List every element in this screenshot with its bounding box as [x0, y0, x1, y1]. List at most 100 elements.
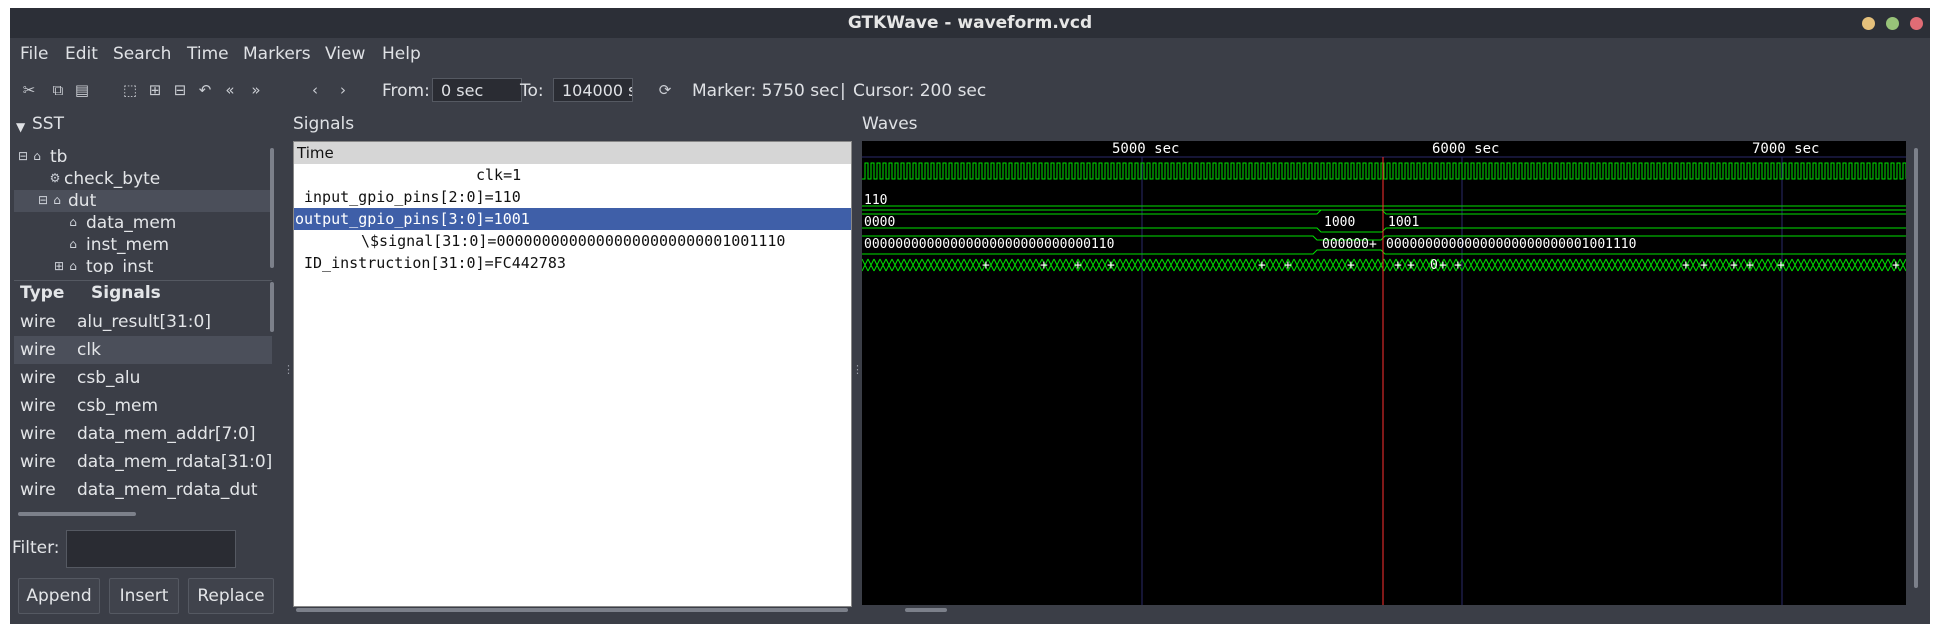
reload-icon[interactable]: ⟳	[655, 80, 675, 100]
sst-tree-scrollbar[interactable]	[270, 148, 274, 268]
signal-row-output-gpio[interactable]: output_gpio_pins[3:0]=1001	[294, 208, 851, 230]
collapse-icon[interactable]: ⊟	[36, 193, 50, 207]
append-button[interactable]: Append	[18, 578, 100, 614]
replace-button[interactable]: Replace	[188, 578, 274, 614]
list-item[interactable]: wire data_mem_addr[7:0]	[14, 420, 272, 448]
sst-expander-icon[interactable]: ▼	[16, 120, 25, 134]
instr-value: +	[1730, 258, 1738, 273]
list-item[interactable]: wire clk	[14, 336, 272, 364]
undo-icon[interactable]: ↶	[195, 80, 215, 100]
marker-readout: Marker: 5750 sec	[692, 81, 839, 101]
gtkwave-window: GTKWave - waveform.vcd File Edit Search …	[10, 8, 1930, 624]
expand-icon[interactable]: ⊞	[52, 259, 66, 273]
menu-file[interactable]: File	[20, 44, 48, 64]
tree-item-data-mem[interactable]: ⌂ data_mem	[14, 212, 270, 234]
zoom-fit-icon[interactable]: ⬚	[120, 80, 140, 100]
sst-list-hscrollbar[interactable]	[18, 512, 136, 516]
instr-value: +	[1777, 258, 1785, 273]
tree-item-top-inst[interactable]: ⊞ ⌂ top_inst	[14, 256, 270, 274]
copy-icon[interactable]: ⧉	[48, 80, 68, 100]
tree-item-dut[interactable]: ⊟ ⌂ dut	[14, 190, 270, 212]
zoom-out-icon[interactable]: ⊟	[170, 80, 190, 100]
signal-row-id-instruction[interactable]: ID_instruction[31:0]=FC442783	[294, 252, 851, 274]
toolbar: ✂ ⧉ ▤ ⬚ ⊞ ⊟ ↶ « » ‹ › From: 0 sec To: 10…	[10, 70, 1930, 110]
tree-item-inst-mem[interactable]: ⌂ inst_mem	[14, 234, 270, 256]
signals-hscrollbar[interactable]	[296, 608, 848, 612]
instr-value: +	[1074, 258, 1082, 273]
filter-label: Filter:	[12, 538, 60, 558]
tree-item-label: top_inst	[86, 257, 154, 274]
from-label: From:	[382, 81, 430, 101]
signal-value: 000000+	[1322, 237, 1377, 252]
instr-value: +	[1284, 258, 1292, 273]
sst-list-scrollbar[interactable]	[270, 282, 274, 332]
signal-row-clk[interactable]: clk=1	[294, 164, 851, 186]
menu-markers[interactable]: Markers	[243, 44, 311, 64]
menu-view[interactable]: View	[325, 44, 365, 64]
signal-row-signal[interactable]: \$signal[31:0]=0000000000000000000000000…	[294, 230, 851, 252]
instr-value: +	[982, 258, 990, 273]
signal-cell: data_mem_addr[7:0]	[77, 424, 256, 444]
next-edge-icon[interactable]: ›	[333, 80, 353, 100]
list-item[interactable]: wire data_mem_rdata_dut	[14, 476, 272, 504]
sst-title: SST	[32, 114, 64, 134]
prev-edge-icon[interactable]: ‹	[305, 80, 325, 100]
type-cell: wire	[20, 452, 56, 472]
to-label: To:	[520, 81, 544, 101]
list-item[interactable]: wire csb_mem	[14, 392, 272, 420]
column-signals-header[interactable]: Signals	[91, 283, 161, 303]
tree-item-tb[interactable]: ⊟ ⌂ tb	[14, 146, 270, 168]
input-gpio-value: 110	[864, 193, 888, 208]
instr-value: +	[1347, 258, 1355, 273]
signal-value: 00000000000000000000000000000110	[864, 237, 1115, 252]
tree-item-label: tb	[50, 147, 68, 167]
waves-vscrollbar[interactable]	[1914, 148, 1918, 588]
output-gpio-trace	[862, 209, 1906, 215]
tree-item-check-byte[interactable]: ⚙ check_byte	[14, 168, 270, 190]
collapse-icon[interactable]: ⊟	[16, 149, 30, 163]
menu-search[interactable]: Search	[113, 44, 171, 64]
menu-help[interactable]: Help	[382, 44, 421, 64]
type-cell: wire	[20, 424, 56, 444]
jump-end-icon[interactable]: »	[246, 80, 266, 100]
zoom-in-icon[interactable]: ⊞	[145, 80, 165, 100]
instr-value: +	[1682, 258, 1690, 273]
signal-row-text: ID_instruction[31:0]=FC442783	[304, 254, 566, 272]
insert-button[interactable]: Insert	[109, 578, 179, 614]
maximize-button[interactable]	[1886, 17, 1899, 30]
column-type-header[interactable]: Type	[20, 283, 64, 303]
signal-row-input-gpio[interactable]: input_gpio_pins[2:0]=110	[294, 186, 851, 208]
instr-value: +	[1454, 258, 1462, 273]
waves-title: Waves	[862, 114, 918, 134]
menu-time[interactable]: Time	[187, 44, 229, 64]
minimize-button[interactable]	[1862, 17, 1875, 30]
list-item[interactable]: wire alu_result[31:0]	[14, 308, 272, 336]
window-title: GTKWave - waveform.vcd	[847, 13, 1093, 33]
menu-edit[interactable]: Edit	[65, 44, 98, 64]
clk-trace	[862, 162, 1906, 180]
instr-value: +	[1107, 258, 1115, 273]
cut-icon[interactable]: ✂	[19, 80, 39, 100]
list-item[interactable]: wire csb_alu	[14, 364, 272, 392]
time-label: 6000 sec	[1432, 141, 1500, 157]
instr-value: +	[1700, 258, 1708, 273]
instr-value: +	[1439, 258, 1447, 273]
list-item[interactable]: wire data_mem_rdata[31:0]	[14, 448, 272, 476]
paste-icon[interactable]: ▤	[72, 80, 92, 100]
jump-start-icon[interactable]: «	[220, 80, 240, 100]
to-input[interactable]: 104000 sec	[553, 78, 633, 102]
signal-cell: csb_alu	[77, 368, 141, 388]
type-cell: wire	[20, 480, 56, 500]
close-button[interactable]	[1910, 17, 1923, 30]
waveform-canvas[interactable]	[862, 141, 1906, 605]
waves-hscrollbar[interactable]	[905, 608, 947, 612]
from-input[interactable]: 0 sec	[432, 78, 522, 102]
type-cell: wire	[20, 396, 56, 416]
signals-title: Signals	[293, 114, 355, 134]
signals-header-bar	[294, 142, 851, 164]
instr-value: +	[1040, 258, 1048, 273]
tree-item-label: inst_mem	[86, 235, 170, 255]
divider	[14, 280, 272, 281]
filter-input[interactable]	[66, 530, 236, 568]
tree-item-label: check_byte	[64, 169, 161, 189]
